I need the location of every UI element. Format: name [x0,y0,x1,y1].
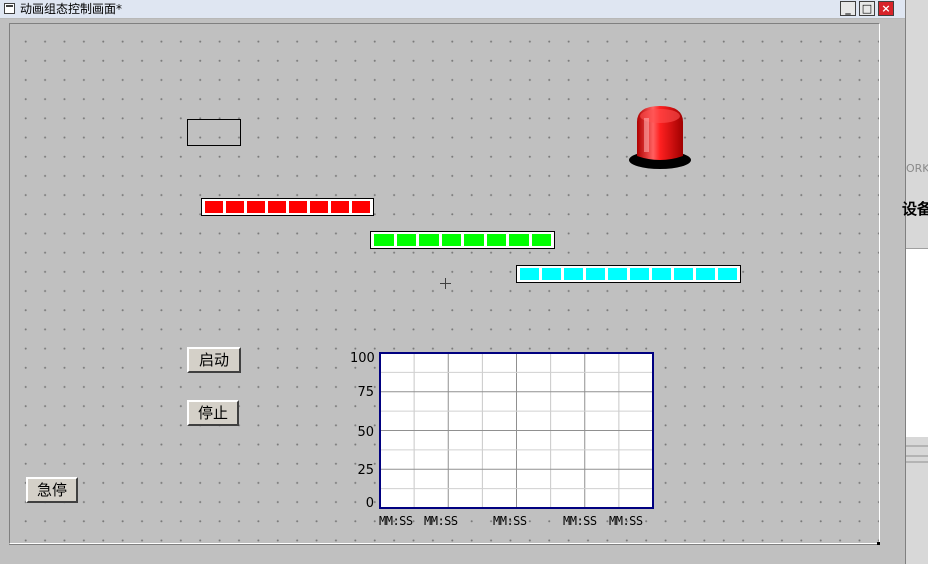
bar-segment [531,234,551,246]
bar-segment [289,201,307,213]
bar-segment [374,234,394,246]
crosshair-cursor-icon [440,278,451,289]
bar-segment [586,268,605,280]
bar-segment [608,268,627,280]
window-icon [4,3,15,14]
y-tick-label: 0 [365,496,374,511]
x-tick-label: MM:SS [379,514,413,528]
bar-segment [268,201,286,213]
canvas-bottom-border [9,544,880,545]
minimize-button[interactable]: _ [840,1,856,16]
bar-segment [520,268,539,280]
red-segment-bar[interactable] [201,198,374,216]
trend-chart[interactable] [379,352,654,509]
alarm-lamp-icon[interactable] [628,104,692,170]
resize-handle[interactable] [877,542,880,545]
emergency-stop-button[interactable]: 急停 [26,477,78,503]
x-tick-label: MM:SS [563,514,597,528]
close-button[interactable]: × [878,1,894,16]
bar-segment [486,234,506,246]
background-window-text: ORK [906,162,928,175]
green-segment-bar[interactable] [370,231,555,249]
y-tick-label: 75 [357,385,374,400]
window-title: 动画组态控制画面* [20,2,123,16]
y-tick-label: 25 [357,463,374,478]
bar-segment [464,234,484,246]
background-window-heading: 设备 [902,200,928,218]
bar-segment [205,201,223,213]
bar-segment [652,268,671,280]
title-bar[interactable]: 动画组态控制画面* _ □ × [0,0,905,19]
bar-segment [718,268,737,280]
hmi-editor-window: 动画组态控制画面* _ □ × 启动 停止 急停 100 75 50 25 0 … [0,0,906,564]
y-tick-label: 100 [350,351,375,366]
bar-segment [331,201,349,213]
background-window-panel [906,248,928,437]
bar-segment [509,234,529,246]
bar-segment [630,268,649,280]
x-tick-label: MM:SS [609,514,643,528]
bar-segment [542,268,561,280]
rectangle-object[interactable] [187,119,241,146]
maximize-button[interactable]: □ [859,1,875,16]
bar-segment [419,234,439,246]
bar-segment [247,201,265,213]
y-tick-label: 50 [357,425,374,440]
bar-segment [564,268,583,280]
bar-segment [696,268,715,280]
bar-segment [441,234,461,246]
bar-segment [226,201,244,213]
cyan-segment-bar[interactable] [516,265,741,283]
bar-segment [674,268,693,280]
bar-segment [396,234,416,246]
background-window-divider [906,445,928,463]
stop-button[interactable]: 停止 [187,400,239,426]
x-tick-label: MM:SS [424,514,458,528]
bar-segment [352,201,370,213]
start-button[interactable]: 启动 [187,347,241,373]
bar-segment [310,201,328,213]
x-tick-label: MM:SS [493,514,527,528]
